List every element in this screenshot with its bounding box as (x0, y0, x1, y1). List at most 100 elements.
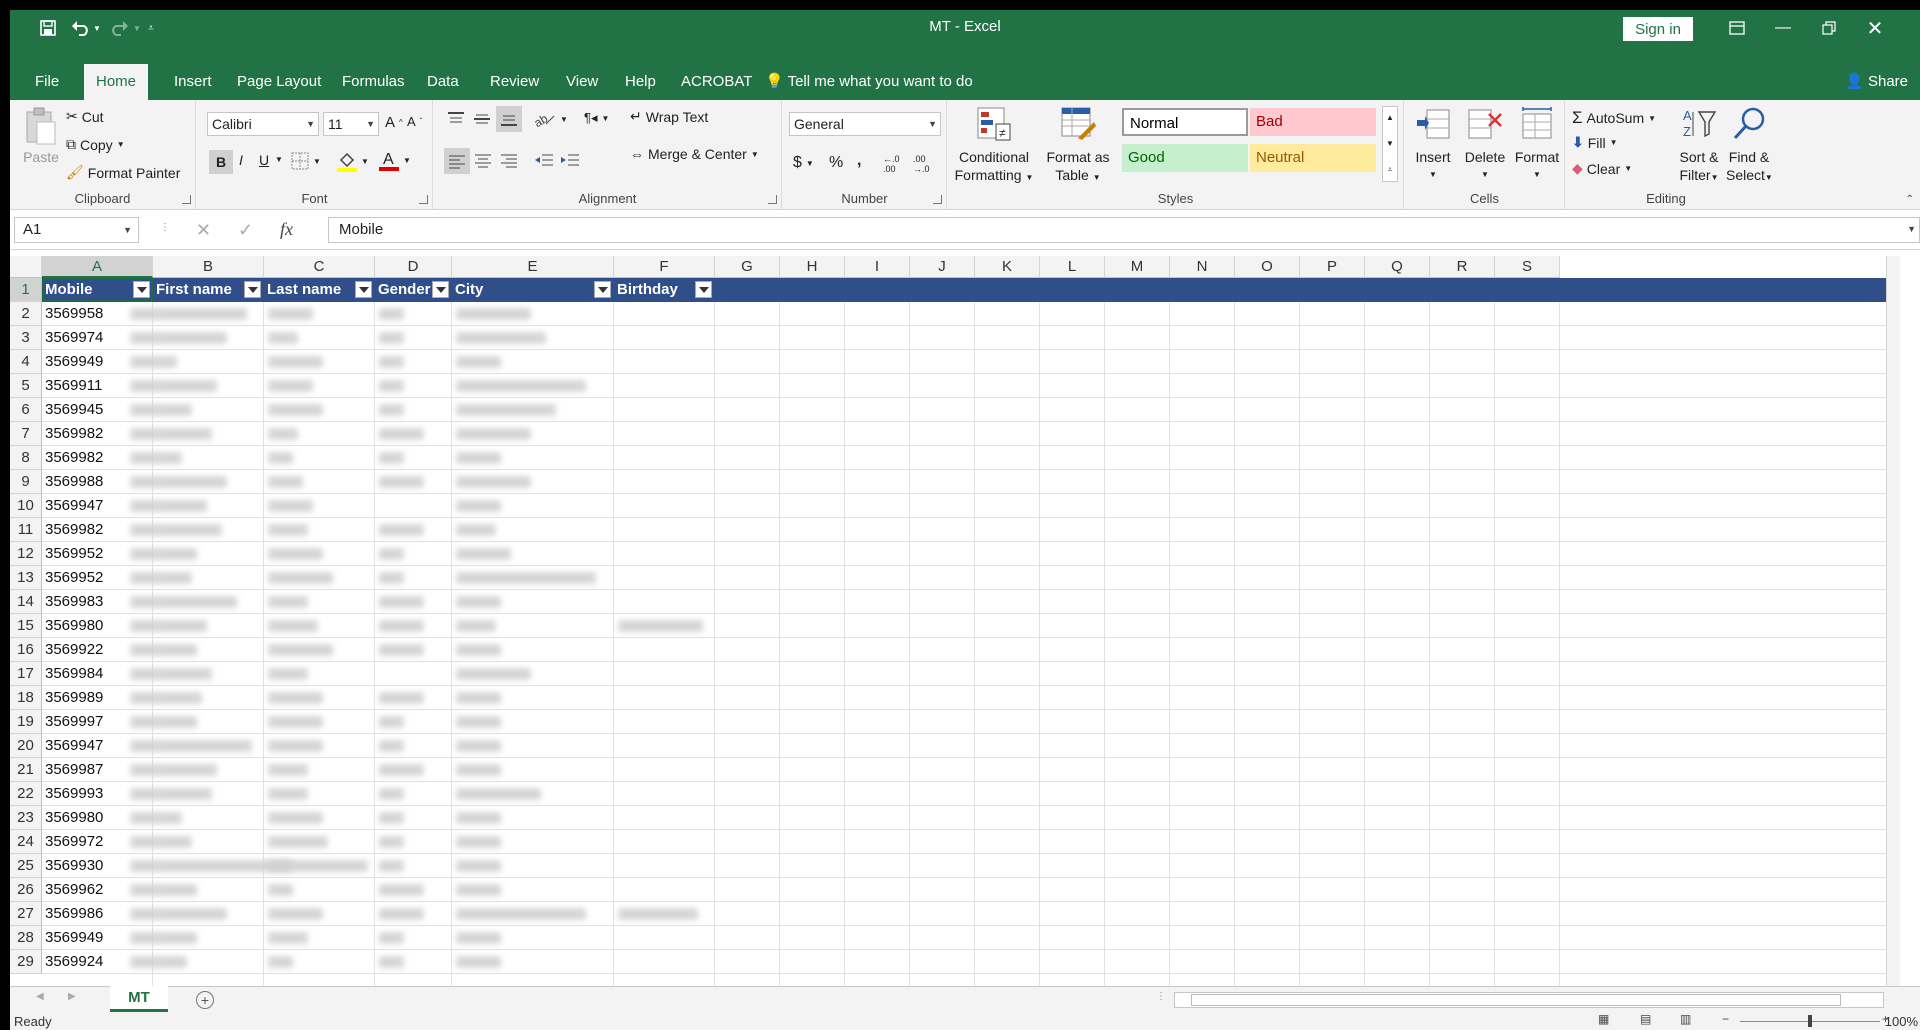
row-header-23[interactable]: 23 (10, 806, 42, 830)
column-header-a[interactable]: A (42, 256, 153, 278)
font-launcher-icon[interactable] (419, 195, 428, 204)
sort-filter-button[interactable]: AZ Sort & Filter▼ (1676, 106, 1722, 187)
align-center-icon[interactable] (474, 152, 492, 168)
percent-button[interactable]: % (829, 154, 843, 172)
name-box[interactable]: A1 ▼ (14, 217, 139, 243)
tab-file[interactable]: File (23, 64, 71, 100)
tab-data[interactable]: Data (415, 64, 471, 100)
cell-mobile[interactable]: 3569993 (45, 782, 103, 806)
paste-button[interactable]: Paste (20, 106, 62, 166)
page-break-view-icon[interactable]: ▥ (1680, 1012, 1691, 1026)
row-header-11[interactable]: 11 (10, 518, 42, 542)
filter-dropdown-icon[interactable] (695, 281, 712, 298)
cell-mobile[interactable]: 3569958 (45, 302, 103, 326)
restore-icon[interactable] (1806, 13, 1852, 43)
row-header-24[interactable]: 24 (10, 830, 42, 854)
row-header-14[interactable]: 14 (10, 590, 42, 614)
column-header-p[interactable]: P (1300, 256, 1365, 278)
filter-dropdown-icon[interactable] (355, 281, 372, 298)
column-header-r[interactable]: R (1430, 256, 1495, 278)
style-bad[interactable]: Bad (1250, 108, 1376, 136)
tab-formulas[interactable]: Formulas (330, 64, 417, 100)
decrease-indent-icon[interactable] (534, 152, 554, 168)
row-header-5[interactable]: 5 (10, 374, 42, 398)
confirm-entry-icon[interactable]: ✓ (238, 220, 253, 241)
increase-font-icon[interactable]: A ^ (385, 114, 403, 131)
tab-home[interactable]: Home (84, 64, 149, 100)
row-header-29[interactable]: 29 (10, 950, 42, 974)
cell-mobile[interactable]: 3569986 (45, 902, 103, 926)
increase-indent-icon[interactable] (560, 152, 580, 168)
row-header-26[interactable]: 26 (10, 878, 42, 902)
cell-mobile[interactable]: 3569922 (45, 638, 103, 662)
new-sheet-icon[interactable]: + (196, 991, 214, 1009)
column-header-j[interactable]: J (910, 256, 975, 278)
vertical-scrollbar[interactable] (1886, 256, 1900, 986)
column-header-s[interactable]: S (1495, 256, 1560, 278)
row-header-10[interactable]: 10 (10, 494, 42, 518)
sign-in-button[interactable]: Sign in (1623, 17, 1693, 41)
underline-dropdown-icon[interactable]: ▼ (275, 155, 283, 164)
decrease-decimal-icon[interactable]: .00 →.0 (913, 154, 930, 174)
row-header-3[interactable]: 3 (10, 326, 42, 350)
row-header-4[interactable]: 4 (10, 350, 42, 374)
column-header-n[interactable]: N (1170, 256, 1235, 278)
column-header-b[interactable]: B (153, 256, 264, 278)
bold-button[interactable]: B (209, 150, 233, 174)
expand-formula-bar-icon[interactable]: ▼ (1907, 224, 1916, 234)
underline-button[interactable]: U (259, 152, 269, 168)
column-header-i[interactable]: I (845, 256, 910, 278)
cell-mobile[interactable]: 3569945 (45, 398, 103, 422)
formula-input[interactable]: Mobile (328, 217, 1920, 243)
column-header-e[interactable]: E (452, 256, 614, 278)
autosum-button[interactable]: Σ AutoSum ▼ (1572, 108, 1656, 128)
cell-mobile[interactable]: 3569997 (45, 710, 103, 734)
bottom-align-icon[interactable] (496, 106, 522, 132)
tab-review[interactable]: Review (478, 64, 551, 100)
row-header-2[interactable]: 2 (10, 302, 42, 326)
style-good[interactable]: Good (1122, 144, 1248, 172)
tab-page-layout[interactable]: Page Layout (225, 64, 333, 100)
table-header-cell[interactable]: Birthday (614, 278, 715, 302)
format-painter-button[interactable]: 🖌 Format Painter (66, 164, 180, 181)
column-header-c[interactable]: C (264, 256, 375, 278)
row-header-8[interactable]: 8 (10, 446, 42, 470)
styles-gallery-scroll[interactable]: ▲ ▼ ⩡ (1382, 106, 1398, 182)
row-header-22[interactable]: 22 (10, 782, 42, 806)
wrap-text-button[interactable]: ↵ Wrap Text (630, 108, 708, 125)
tab-help[interactable]: Help (613, 64, 668, 100)
clipboard-launcher-icon[interactable] (182, 195, 191, 204)
orientation-icon[interactable]: ab ▼ (534, 110, 568, 128)
filter-dropdown-icon[interactable] (244, 281, 261, 298)
tab-split-grip-icon[interactable]: ⋮ (1156, 991, 1166, 1002)
row-header-20[interactable]: 20 (10, 734, 42, 758)
row-header-12[interactable]: 12 (10, 542, 42, 566)
font-size-combo[interactable]: 11 ▼ (323, 112, 379, 136)
row-header-25[interactable]: 25 (10, 854, 42, 878)
cell-mobile[interactable]: 3569947 (45, 734, 103, 758)
insert-cells-button[interactable]: Insert ▼ (1411, 106, 1455, 184)
row-header-6[interactable]: 6 (10, 398, 42, 422)
row-header-9[interactable]: 9 (10, 470, 42, 494)
table-header-cell[interactable]: Gender (375, 278, 452, 302)
cell-mobile[interactable]: 3569962 (45, 878, 103, 902)
find-select-button[interactable]: Find & Select▼ (1726, 106, 1773, 187)
cell-mobile[interactable]: 3569949 (45, 350, 103, 374)
cell-mobile[interactable]: 3569911 (45, 374, 102, 398)
italic-button[interactable]: I (239, 152, 243, 168)
merge-center-button[interactable]: ⇔ Merge & Center ▼ (630, 146, 759, 162)
column-header-k[interactable]: K (975, 256, 1040, 278)
minimize-icon[interactable]: — (1760, 13, 1806, 43)
text-direction-icon[interactable]: ¶◂ ▼ (584, 110, 609, 126)
fill-button[interactable]: ⬇ Fill ▼ (1572, 134, 1618, 151)
tell-me-search[interactable]: 💡 Tell me what you want to do (765, 64, 973, 100)
share-button[interactable]: 👤 Share (1845, 64, 1908, 100)
style-normal[interactable]: Normal (1122, 108, 1248, 136)
cell-mobile[interactable]: 3569982 (45, 446, 103, 470)
cell-mobile[interactable]: 3569947 (45, 494, 103, 518)
insert-function-icon[interactable]: fx (280, 219, 293, 240)
cell-mobile[interactable]: 3569984 (45, 662, 103, 686)
column-header-m[interactable]: M (1105, 256, 1170, 278)
worksheet-grid[interactable]: ABCDEFGHIJKLMNOPQRS Mobile First name Last… (10, 256, 1900, 986)
tab-insert[interactable]: Insert (162, 64, 224, 100)
